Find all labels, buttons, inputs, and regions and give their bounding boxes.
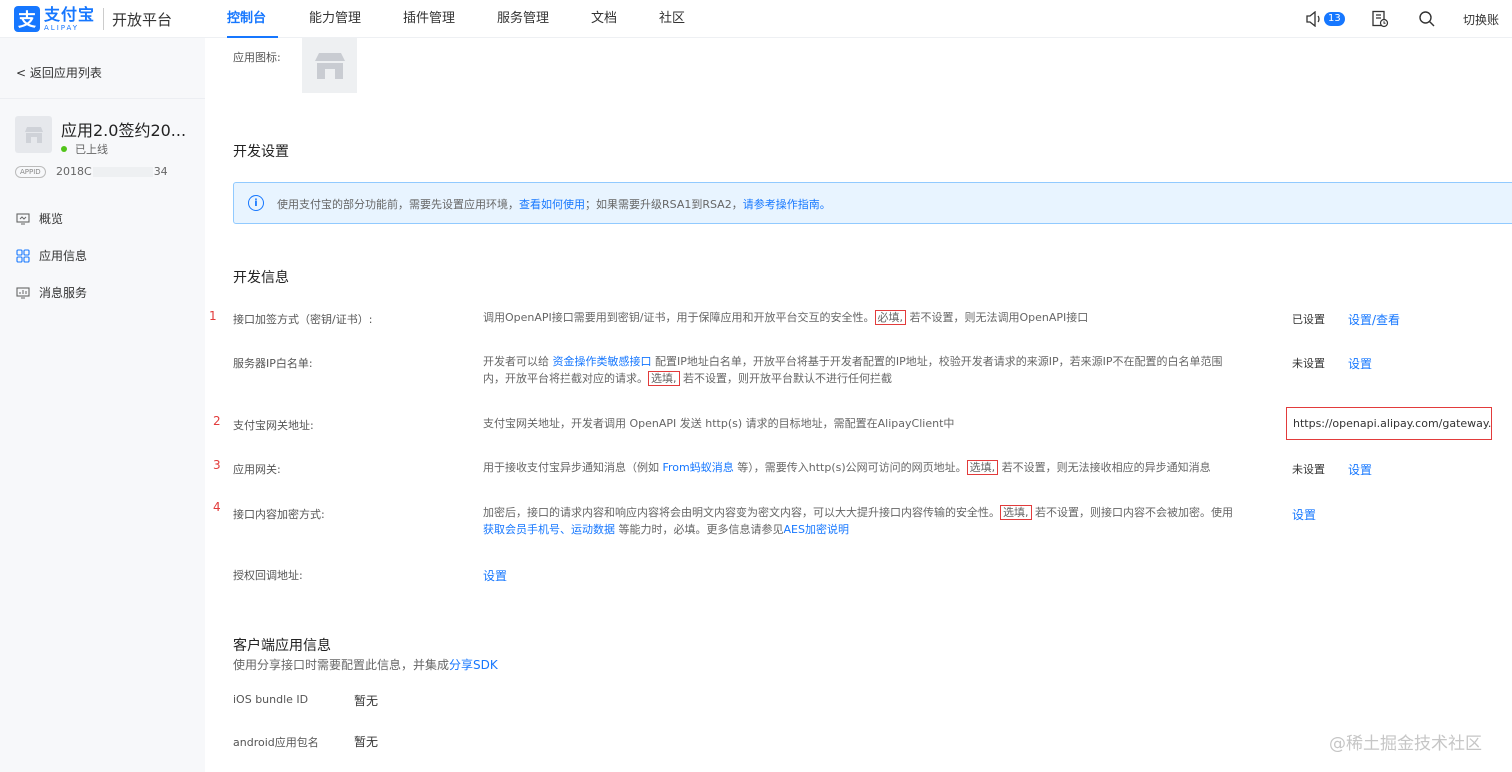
app-status-text: 已上线 [75,143,108,156]
info-icon: i [248,195,264,211]
sidebar-item-overview[interactable]: 概览 [16,210,63,227]
sport-data-link[interactable]: 运动数据 [571,523,615,536]
main-nav: 控制台 能力管理 插件管理 服务管理 文档 社区 [227,0,689,38]
encrypt-label: 接口内容加密方式: [233,508,325,521]
dev-info-title: 开发信息 [233,270,289,286]
client-info-title: 客户端应用信息 [233,638,331,654]
ios-bundle-value: 暂无 [354,694,379,708]
auth-callback-label: 授权回调地址: [233,569,303,582]
info-banner-text: 使用支付宝的部分功能前，需要先设置应用环境，查看如何使用；如果需要升级RSA1到… [277,198,831,211]
back-to-app-list[interactable]: < 返回应用列表 [16,64,102,81]
ip-whitelist-desc: 开发者可以给 资金操作类敏感接口 配置IP地址白名单，开放平台将基于开发者配置的… [483,355,1223,386]
notification-button[interactable]: 13 [1305,0,1345,38]
optional-highlight: 选填, [1000,505,1032,520]
sign-method-desc: 调用OpenAPI接口需要用到密钥/证书，用于保障应用和开放平台交互的安全性。必… [483,310,1089,325]
sign-set-view-link[interactable]: 设置/查看 [1348,311,1400,328]
nav-community[interactable]: 社区 [659,0,689,38]
store-icon [314,52,345,79]
annotation-number: 3 [213,458,221,472]
sensitive-api-link[interactable]: 资金操作类敏感接口 [553,355,652,368]
annotation-number: 2 [213,414,221,428]
auth-callback-set-link[interactable]: 设置 [483,567,507,584]
top-navbar: 支 支付宝 ALIPAY 开放平台 控制台 能力管理 插件管理 服务管理 文档 … [0,0,1512,38]
nav-plugins[interactable]: 插件管理 [403,0,461,38]
gateway-label: 支付宝网关地址: [233,419,314,432]
sidebar: < 返回应用列表 应用2.0签约20... 已上线 APPID 2018C 34 … [0,38,205,772]
grid-icon [16,248,30,263]
app-icon-label: 应用图标: [233,51,281,64]
search-button[interactable] [1418,0,1436,38]
client-info-desc: 使用分享接口时需要配置此信息，并集成分享SDK [233,658,498,672]
app-avatar [15,116,52,153]
encrypt-set-link[interactable]: 设置 [1292,506,1316,523]
ip-whitelist-label: 服务器IP白名单: [233,357,313,370]
store-icon [24,126,43,143]
sidebar-item-label: 应用信息 [39,249,88,263]
nav-console[interactable]: 控制台 [227,0,278,38]
gateway-url: https://openapi.alipay.com/gateway.do [1286,407,1492,440]
logo-subtext: ALIPAY [44,23,80,32]
search-icon [1419,11,1435,27]
notification-badge: 13 [1324,12,1345,26]
appid-suffix: 34 [153,165,168,178]
nav-capability[interactable]: 能力管理 [309,0,367,38]
annotation-number: 4 [213,500,221,514]
encrypt-desc: 加密后，接口的请求内容和响应内容将会由明文内容变为密文内容，可以大大提升接口内容… [483,505,1233,536]
ios-bundle-label: iOS bundle ID [233,693,309,706]
alipay-logo[interactable]: 支 支付宝 ALIPAY 开放平台 [14,6,172,32]
alipay-icon: 支 [14,6,40,32]
sign-method-label: 接口加签方式（密钥/证书）: [233,313,373,326]
optional-highlight: 选填, [648,371,680,386]
app-gateway-status: 未设置 [1292,463,1325,476]
annotation-number: 1 [209,309,217,323]
app-gateway-set-link[interactable]: 设置 [1348,461,1372,478]
main-content: 应用图标: 开发设置 i 使用支付宝的部分功能前，需要先设置应用环境，查看如何使… [205,38,1512,772]
nav-services[interactable]: 服务管理 [497,0,555,38]
task-button[interactable] [1371,0,1389,38]
sign-status: 已设置 [1292,313,1325,326]
sidebar-divider [0,98,205,99]
status-dot [61,146,67,152]
speaker-icon [1306,11,1320,27]
app-status: 已上线 [61,141,108,157]
app-icon-preview [302,38,357,93]
sidebar-item-label: 消息服务 [39,286,88,300]
sidebar-item-label: 概览 [39,212,64,226]
info-banner: i 使用支付宝的部分功能前，需要先设置应用环境，查看如何使用；如果需要升级RSA… [233,182,1512,224]
share-sdk-link[interactable]: 分享SDK [449,658,498,672]
app-gateway-desc: 用于接收支付宝异步通知消息（例如 From蚂蚁消息 等），需要传入http(s)… [483,460,1211,475]
required-highlight: 必填, [874,310,906,325]
logo-text: 支付宝 [44,4,96,24]
appid-mask [92,167,153,177]
ip-status: 未设置 [1292,357,1325,370]
monitor-icon [16,212,30,226]
appid-value: 2018C 34 [56,165,168,178]
guide-link[interactable]: 请参考操作指南。 [743,198,831,211]
app-gateway-label: 应用网关: [233,463,281,476]
appid-tag: APPID [15,166,46,178]
aes-doc-link[interactable]: AES加密说明 [784,523,849,536]
nav-docs[interactable]: 文档 [591,0,621,38]
document-clock-icon [1372,10,1389,28]
ip-set-link[interactable]: 设置 [1348,355,1372,372]
gateway-desc: 支付宝网关地址，开发者调用 OpenAPI 发送 http(s) 请求的目标地址… [483,417,955,430]
switch-account-link[interactable]: 切换账 [1463,11,1499,28]
member-phone-link[interactable]: 获取会员手机号 [483,523,560,536]
chart-monitor-icon [16,286,30,300]
logo-divider [103,8,105,30]
watermark: @稀土掘金技术社区 [1329,734,1482,754]
appid-prefix: 2018C [56,165,92,178]
sidebar-item-messages[interactable]: 消息服务 [16,284,87,301]
app-name: 应用2.0签约20... [61,121,187,140]
android-package-value: 暂无 [354,735,379,749]
optional-highlight: 选填, [966,460,999,475]
dev-settings-title: 开发设置 [233,144,289,160]
sidebar-item-app-info[interactable]: 应用信息 [16,247,87,264]
platform-title: 开放平台 [112,10,173,29]
ant-message-link[interactable]: From蚂蚁消息 [663,461,734,474]
android-package-label: android应用包名 [233,736,319,749]
how-to-use-link[interactable]: 查看如何使用 [519,198,585,211]
